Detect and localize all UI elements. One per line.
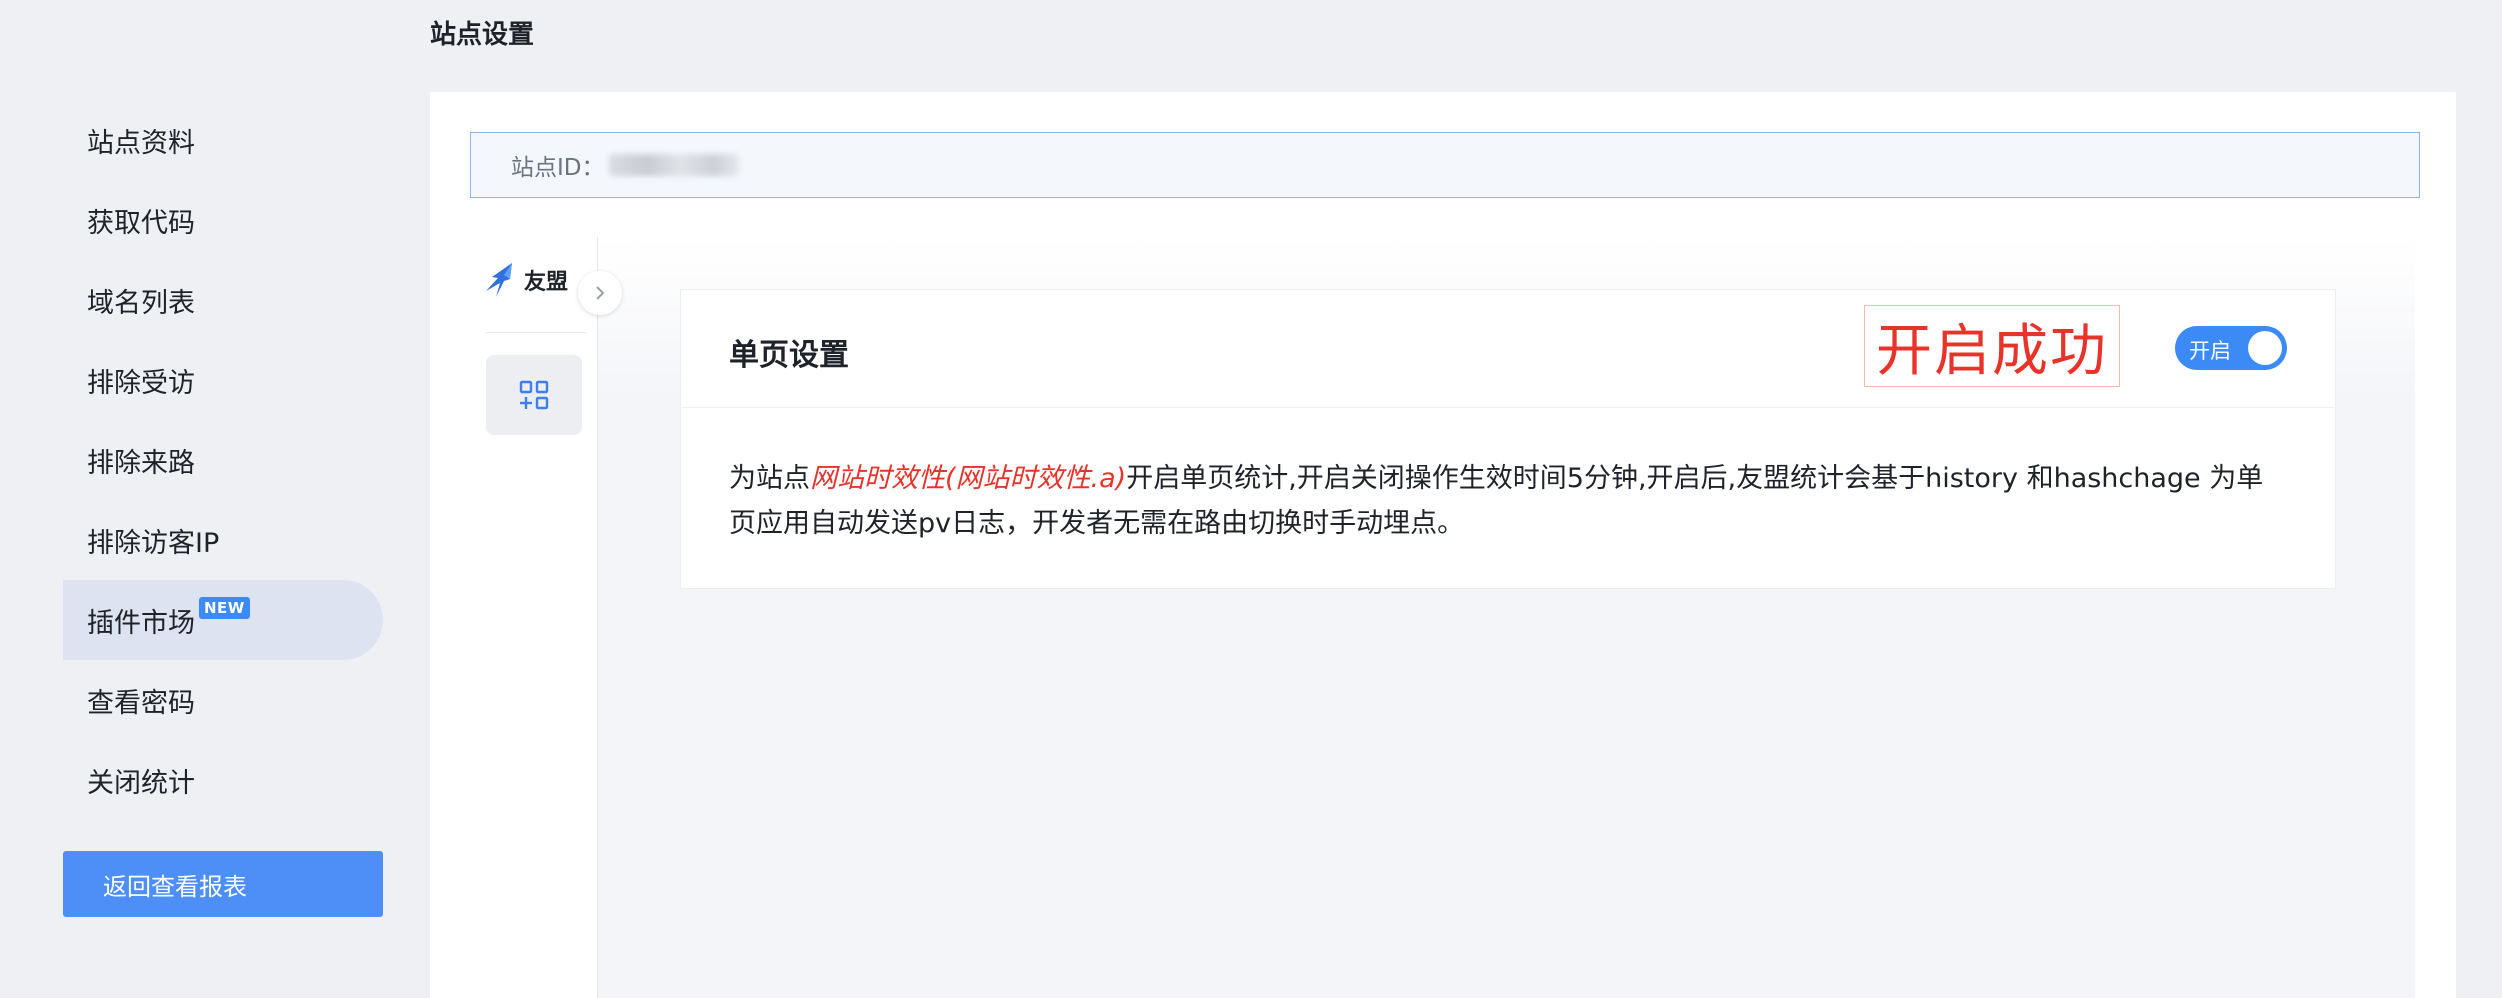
sidebar: 站点资料 获取代码 域名列表 排除受访 排除来路 排除访客IP 插件市场 NEW … <box>63 100 383 820</box>
site-id-label: 站点ID： <box>511 155 605 181</box>
sidebar-item-exclude-ip[interactable]: 排除访客IP <box>63 500 383 580</box>
grid-add-icon <box>519 380 549 410</box>
rail-item-plugins[interactable] <box>486 355 582 435</box>
sidebar-item-label: 域名列表 <box>87 287 195 319</box>
desc-prefix: 为站点 <box>729 463 810 494</box>
new-badge: NEW <box>199 597 250 619</box>
umeng-bird-icon <box>486 263 512 297</box>
site-id-bar: 站点ID： <box>470 132 2420 198</box>
sidebar-item-close-stats[interactable]: 关闭统计 <box>63 740 383 820</box>
sidebar-item-label: 查看密码 <box>87 687 195 719</box>
sidebar-item-label: 关闭统计 <box>87 767 195 799</box>
sidebar-item-label: 排除访客IP <box>87 527 220 559</box>
sidebar-item-label: 获取代码 <box>87 207 195 239</box>
single-page-setting-card: 单页设置 开启成功 开启 为站点网站时效性(网站时效性.a)开启单页统计,开启关… <box>680 289 2336 589</box>
sidebar-item-plugin-market[interactable]: 插件市场 NEW <box>63 580 383 660</box>
sidebar-item-domain-list[interactable]: 域名列表 <box>63 260 383 340</box>
sidebar-item-exclude-visited[interactable]: 排除受访 <box>63 340 383 420</box>
umeng-logo: 友盟 <box>482 261 568 299</box>
card-header: 单页设置 开启成功 开启 <box>681 290 2335 408</box>
single-page-toggle[interactable]: 开启 <box>2175 326 2287 370</box>
chevron-right-icon <box>596 286 605 300</box>
sidebar-item-view-password[interactable]: 查看密码 <box>63 660 383 740</box>
sidebar-item-label: 排除受访 <box>87 367 195 399</box>
sidebar-item-label: 站点资料 <box>87 127 195 159</box>
card-title: 单页设置 <box>729 338 849 373</box>
sidebar-item-exclude-referrer[interactable]: 排除来路 <box>63 420 383 500</box>
toggle-label: 开启 <box>2189 339 2231 363</box>
sidebar-item-get-code[interactable]: 获取代码 <box>63 180 383 260</box>
toggle-knob <box>2248 331 2282 365</box>
main-panel: 站点ID： 友盟 单页设置 开启成功 开启 为站点网站时效性(网站时效性.a)开… <box>430 92 2456 998</box>
sidebar-item-label: 排除来路 <box>87 447 195 479</box>
success-annotation: 开启成功 <box>1864 305 2120 387</box>
back-to-report-button[interactable]: 返回查看报表 <box>63 851 383 917</box>
rail-divider <box>486 332 586 333</box>
sidebar-item-site-info[interactable]: 站点资料 <box>63 100 383 180</box>
brand-name: 友盟 <box>524 270 569 295</box>
sidebar-item-label: 插件市场 <box>87 607 195 639</box>
plugin-rail: 友盟 <box>470 237 598 998</box>
expand-rail-button[interactable] <box>578 271 622 315</box>
content-area: 友盟 单页设置 开启成功 开启 为站点网站时效性(网站时效性.a)开启单页统计,… <box>470 237 2415 998</box>
site-name: 网站时效性(网站时效性.a) <box>810 463 1127 494</box>
page-title: 站点设置 <box>430 20 535 50</box>
card-description: 为站点网站时效性(网站时效性.a)开启单页统计,开启关闭操作生效时间5分钟,开启… <box>681 408 2335 546</box>
site-id-value-redacted <box>608 154 739 176</box>
